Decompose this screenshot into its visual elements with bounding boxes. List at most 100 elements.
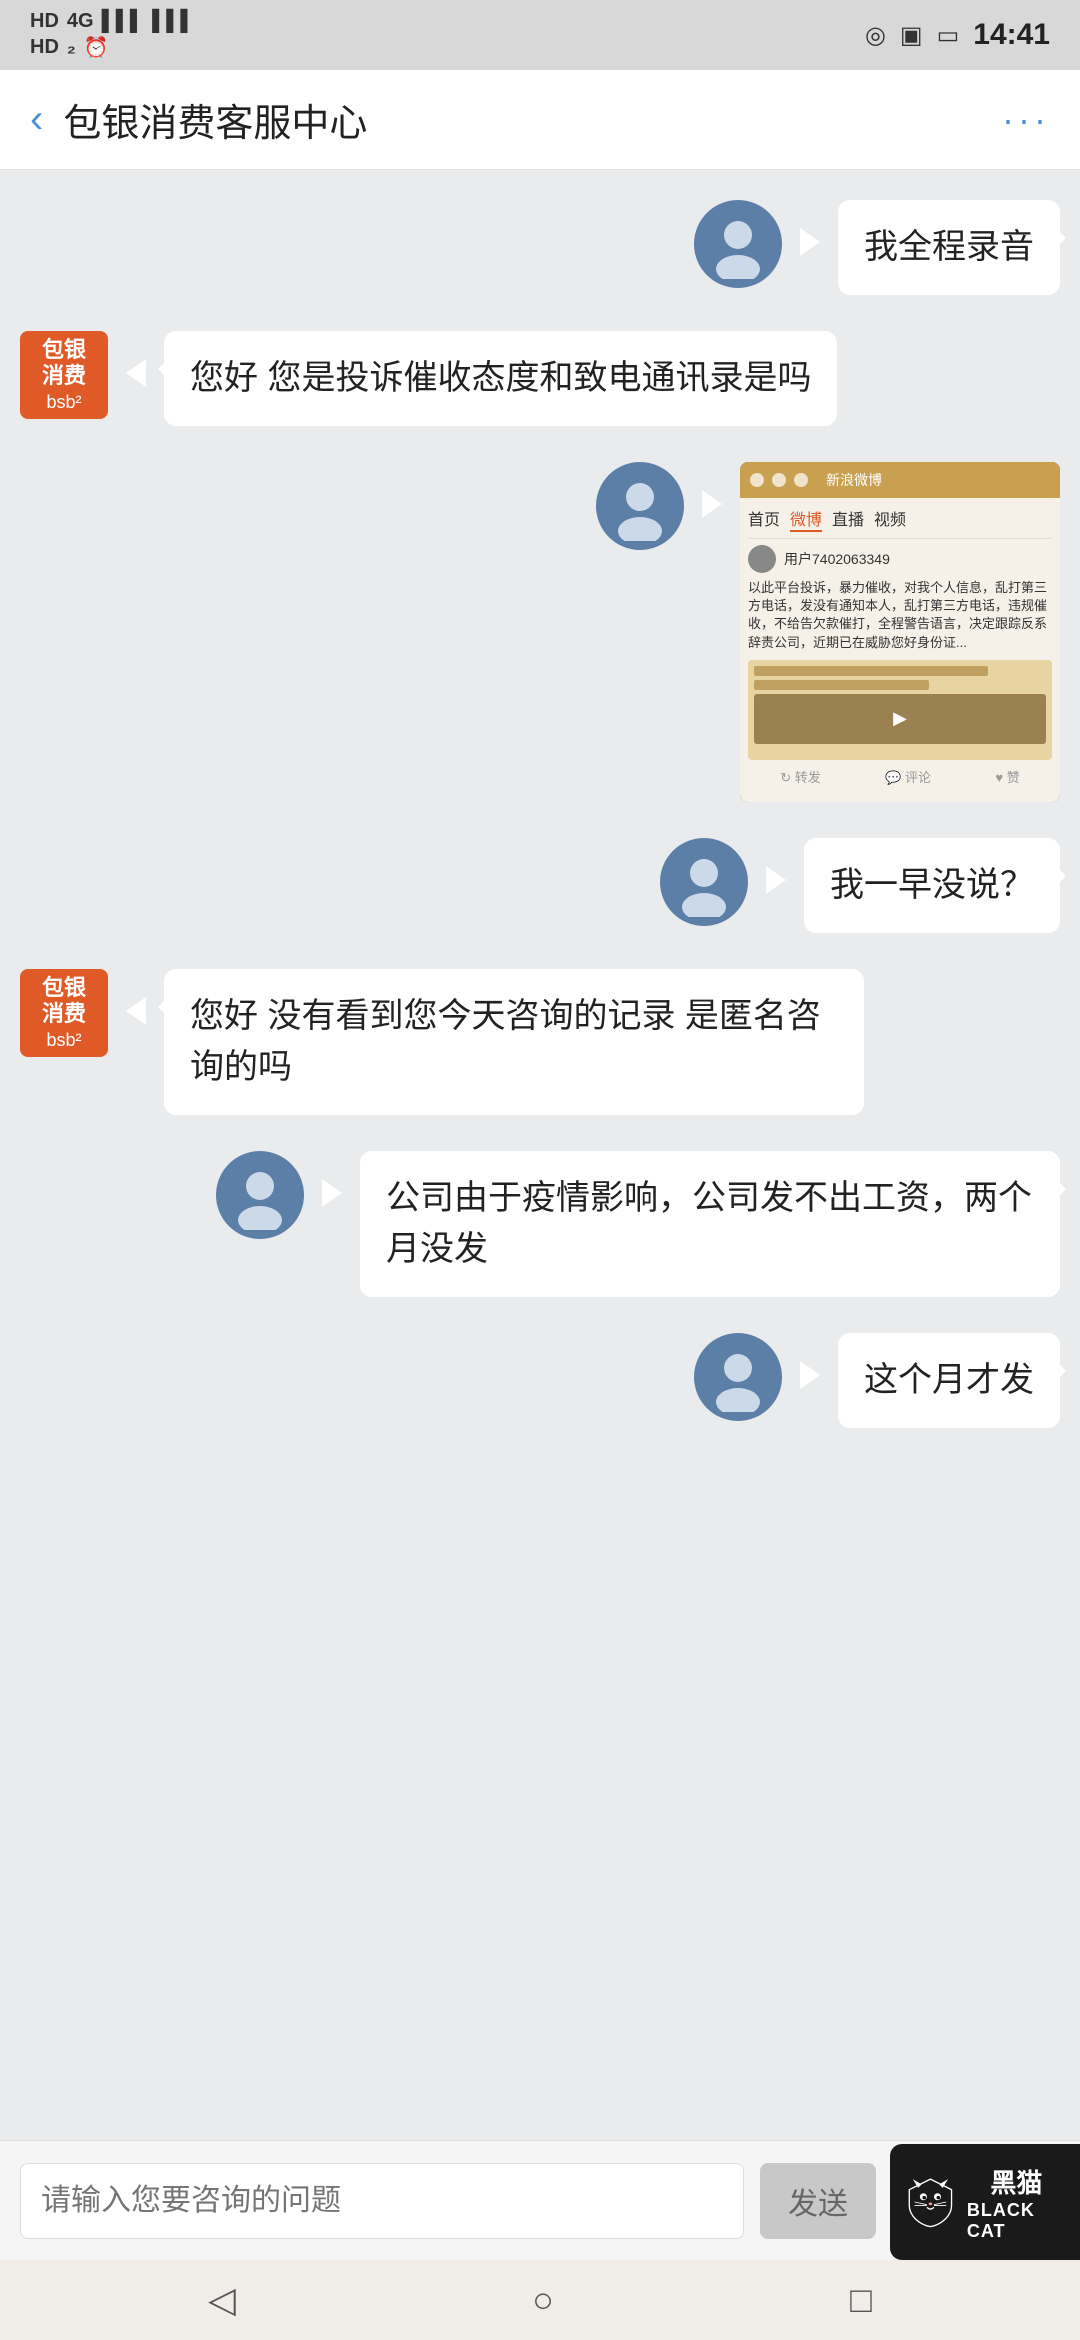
bot-line2: 消费 <box>42 363 86 389</box>
bubble-7: 这个月才发 <box>838 1333 1060 1428</box>
arrow-1 <box>800 228 820 256</box>
ss-line-1 <box>754 666 988 676</box>
arrow-4 <box>766 866 786 894</box>
status-time: 14:41 <box>973 18 1050 52</box>
msg-text-1: 我全程录音 <box>864 228 1034 266</box>
arrow-7 <box>800 1361 820 1389</box>
black-cat-english: BLACK CAT <box>967 2200 1066 2242</box>
message-row-3: 新浪微博 首页 微博 直播 视频 用户7402063349 以此平台投诉，暴力催… <box>20 462 1060 802</box>
chat-area: 我全程录音 包银 消费 bsb² 您好 您是投诉催收态度和致电通讯录是吗 <box>0 170 1080 2140</box>
user-avatar-6 <box>216 1151 304 1239</box>
user-icon-1 <box>703 209 773 279</box>
nav-home-button[interactable]: ○ <box>532 2279 554 2321</box>
img-nav-weibo: 微博 <box>790 506 822 532</box>
img-post-avatar <box>748 545 776 573</box>
img-post-username: 用户7402063349 <box>784 549 890 569</box>
img-footer: ↻ 转发 💬 评论 ♥ 赞 <box>748 760 1052 792</box>
message-row-6: 公司由于疫情影响，公司发不出工资，两个月没发 <box>20 1151 1060 1297</box>
message-row-2: 包银 消费 bsb² 您好 您是投诉催收态度和致电通讯录是吗 <box>20 331 1060 426</box>
arrow-3 <box>702 490 722 518</box>
bottom-nav: ◁ ○ □ <box>0 2260 1080 2340</box>
user-avatar-1 <box>694 200 782 288</box>
user-avatar-4 <box>660 838 748 926</box>
status-left: HD 4G ▌▌▌ ▌▌▌ HD ₂ ⏰ <box>30 10 195 60</box>
nav-back-button[interactable]: ◁ <box>208 2279 236 2321</box>
user-avatar-3 <box>596 462 684 550</box>
msg-text-4: 我一早没说？ <box>830 866 1034 904</box>
user-icon-4 <box>669 847 739 917</box>
user-icon-6 <box>225 1160 295 1230</box>
bot-avatar-2: 包银 消费 bsb² <box>20 969 108 1057</box>
more-button[interactable]: ··· <box>1002 99 1050 141</box>
img-nav: 首页 微博 直播 视频 <box>748 506 1052 539</box>
arrow-2 <box>126 359 146 387</box>
msg-text-6: 公司由于疫情影响，公司发不出工资，两个月没发 <box>386 1179 1032 1268</box>
header: ‹ 包银消费客服中心 ··· <box>0 70 1080 170</box>
message-row-1: 我全程录音 <box>20 200 1060 295</box>
msg-text-5: 您好 没有看到您今天咨询的记录 是匿名咨询的吗 <box>190 997 821 1086</box>
hd2-num: ₂ <box>67 36 76 59</box>
img-nav-home: 首页 <box>748 506 780 532</box>
arrow-6 <box>322 1179 342 1207</box>
send-button[interactable]: 发送 <box>760 2163 876 2239</box>
black-cat-chinese: 黑猫 <box>990 2163 1042 2200</box>
user-icon-7 <box>703 1342 773 1412</box>
bot2-bsb: bsb² <box>46 1030 81 1052</box>
header-left: ‹ 包银消费客服中心 <box>30 92 367 147</box>
img-btn-2 <box>772 473 786 487</box>
alarm-icon: ⏰ <box>84 35 109 60</box>
img-post-header: 用户7402063349 <box>748 545 1052 573</box>
status-bar: HD 4G ▌▌▌ ▌▌▌ HD ₂ ⏰ ◎ ▣ ▭ 14:41 <box>0 0 1080 70</box>
bot2-line1: 包银 <box>42 975 86 1001</box>
battery-icon: ▭ <box>937 21 960 50</box>
status-network-bottom: HD ₂ ⏰ <box>30 35 195 60</box>
bubble-6: 公司由于疫情影响，公司发不出工资，两个月没发 <box>360 1151 1060 1297</box>
msg-text-7: 这个月才发 <box>864 1361 1034 1399</box>
black-cat-icon <box>904 2172 957 2232</box>
bot-avatar-1: 包银 消费 bsb² <box>20 331 108 419</box>
img-top-bar: 新浪微博 <box>740 462 1060 498</box>
message-row-7: 这个月才发 <box>20 1333 1060 1428</box>
bot-line1: 包银 <box>42 337 86 363</box>
back-button[interactable]: ‹ <box>30 97 43 142</box>
img-btn-3 <box>794 473 808 487</box>
signal-bars-1: ▌▌▌ <box>102 10 145 33</box>
bot-bsb: bsb² <box>46 392 81 414</box>
message-row-5: 包银 消费 bsb² 您好 没有看到您今天咨询的记录 是匿名咨询的吗 <box>20 969 1060 1115</box>
img-nav-video: 视频 <box>874 506 906 532</box>
img-btn-1 <box>750 473 764 487</box>
image-bubble-3[interactable]: 新浪微博 首页 微博 直播 视频 用户7402063349 以此平台投诉，暴力催… <box>740 462 1060 802</box>
status-network-top: HD 4G ▌▌▌ ▌▌▌ <box>30 10 195 33</box>
page-title: 包银消费客服中心 <box>63 92 367 147</box>
img-nav-live: 直播 <box>832 506 864 532</box>
img-forward: ↻ 转发 <box>780 767 821 786</box>
img-screenshot: ▶ <box>748 660 1052 760</box>
black-cat-text: 黑猫 BLACK CAT <box>967 2163 1066 2242</box>
img-like: ♥ 赞 <box>995 767 1019 786</box>
msg-text-2: 您好 您是投诉催收态度和致电通讯录是吗 <box>190 359 811 397</box>
nav-recents-button[interactable]: □ <box>850 2279 872 2321</box>
chat-input[interactable] <box>20 2163 744 2239</box>
img-content: 首页 微博 直播 视频 用户7402063349 以此平台投诉，暴力催收，对我个… <box>740 498 1060 802</box>
signal-bars-2: ▌▌▌ <box>152 10 195 33</box>
location-icon: ◎ <box>865 21 886 50</box>
black-cat-badge[interactable]: 黑猫 BLACK CAT <box>890 2144 1080 2260</box>
user-avatar-7 <box>694 1333 782 1421</box>
bubble-4: 我一早没说？ <box>804 838 1060 933</box>
sim-icon: ▣ <box>900 21 923 50</box>
hd-label: HD <box>30 10 59 33</box>
user-icon-3 <box>605 471 675 541</box>
img-comment: 💬 评论 <box>885 767 931 786</box>
message-row-4: 我一早没说？ <box>20 838 1060 933</box>
bubble-2: 您好 您是投诉催收态度和致电通讯录是吗 <box>164 331 837 426</box>
img-post-text: 以此平台投诉，暴力催收，对我个人信息，乱打第三方电话，发没有通知本人，乱打第三方… <box>748 579 1052 652</box>
hd2-label: HD <box>30 36 59 59</box>
bot2-line2: 消费 <box>42 1001 86 1027</box>
4g-label: 4G <box>67 10 94 33</box>
ss-line-2 <box>754 680 929 690</box>
arrow-5 <box>126 997 146 1025</box>
bubble-1: 我全程录音 <box>838 200 1060 295</box>
bubble-5: 您好 没有看到您今天咨询的记录 是匿名咨询的吗 <box>164 969 864 1115</box>
img-video-thumb: ▶ <box>754 694 1046 744</box>
img-bar-title: 新浪微博 <box>826 470 882 490</box>
